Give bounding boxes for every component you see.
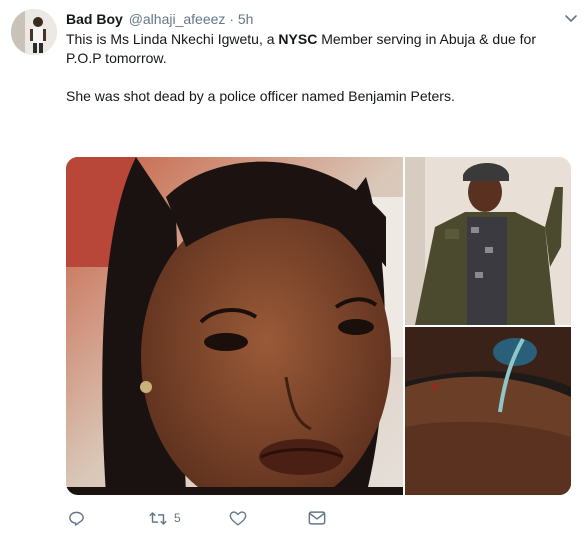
like-button[interactable]	[229, 508, 253, 528]
avatar-image	[11, 9, 57, 55]
chevron-down-icon[interactable]	[563, 10, 579, 26]
hashtag-nysc: NYSC	[278, 31, 318, 47]
timestamp[interactable]: 5h	[238, 11, 254, 27]
media-grid	[66, 157, 571, 495]
retweet-icon	[149, 511, 167, 525]
photo-injury[interactable]	[405, 327, 571, 495]
envelope-icon	[308, 511, 326, 525]
tweet-actions: 5	[66, 508, 366, 528]
separator-dot: ·	[229, 11, 234, 27]
tweet-paragraph-1: This is Ms Linda Nkechi Igwetu, a NYSC M…	[66, 30, 571, 68]
direct-message-button[interactable]	[308, 508, 326, 528]
tweet-paragraph-2: She was shot dead by a police officer na…	[66, 88, 455, 104]
photo-officer[interactable]	[405, 157, 571, 325]
photo-woman[interactable]	[66, 157, 403, 495]
tweet-text: This is Ms Linda Nkechi Igwetu, a NYSC M…	[66, 30, 571, 106]
tweet-header: Bad Boy @alhaji_afeeez · 5h	[66, 10, 573, 28]
reply-button[interactable]	[68, 508, 91, 528]
reply-icon	[69, 511, 84, 526]
avatar[interactable]	[11, 9, 57, 55]
user-handle[interactable]: @alhaji_afeeez	[129, 11, 226, 27]
display-name[interactable]: Bad Boy	[66, 11, 123, 27]
retweet-count: 5	[174, 511, 181, 525]
heart-icon	[229, 510, 247, 525]
retweet-button[interactable]: 5	[148, 508, 181, 528]
tweet-text-part-1: This is Ms Linda Nkechi Igwetu, a	[66, 31, 279, 47]
